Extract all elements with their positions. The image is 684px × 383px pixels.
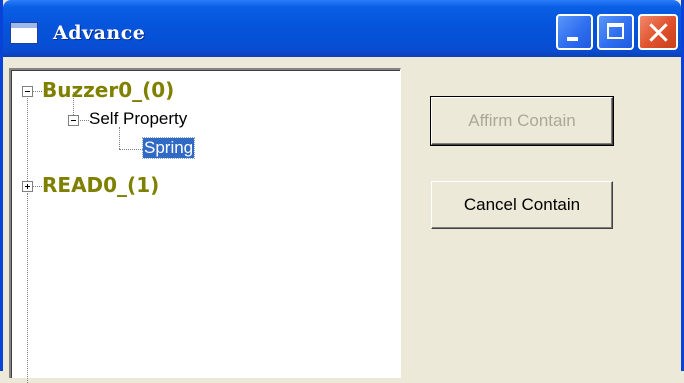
tree-node-spring[interactable]: Spring (141, 137, 196, 159)
tree-connector (80, 120, 89, 121)
advance-window: Advance Buzzer0_(0) Self Property Spring… (0, 0, 684, 383)
close-icon (640, 16, 676, 48)
collapse-toggle-self-property[interactable] (68, 115, 79, 126)
cancel-contain-button[interactable]: Cancel Contain (431, 181, 613, 229)
minimize-icon (567, 37, 578, 41)
collapse-toggle-buzzer0[interactable] (22, 86, 33, 97)
tree-connector (119, 127, 120, 149)
tree-node-read0[interactable]: READ0_(1) (42, 173, 159, 197)
tree-connector (33, 91, 42, 92)
tree-node-self-property[interactable]: Self Property (89, 109, 187, 129)
maximize-button[interactable] (597, 14, 634, 50)
window-title: Advance (53, 22, 146, 44)
close-button[interactable] (638, 14, 678, 50)
tree-view[interactable]: Buzzer0_(0) Self Property Spring READ0_(… (9, 68, 401, 383)
title-bar[interactable]: Advance (3, 0, 681, 57)
tree-connector (27, 193, 28, 383)
expand-toggle-read0[interactable] (22, 181, 33, 192)
affirm-contain-button[interactable]: Affirm Contain (430, 96, 614, 146)
tree-connector (27, 98, 28, 187)
window-icon[interactable] (10, 22, 38, 44)
minimize-button[interactable] (556, 14, 593, 50)
maximize-icon (607, 23, 624, 39)
tree-connector (119, 149, 143, 150)
tree-connector (33, 186, 42, 187)
tree-node-buzzer0[interactable]: Buzzer0_(0) (42, 78, 174, 102)
